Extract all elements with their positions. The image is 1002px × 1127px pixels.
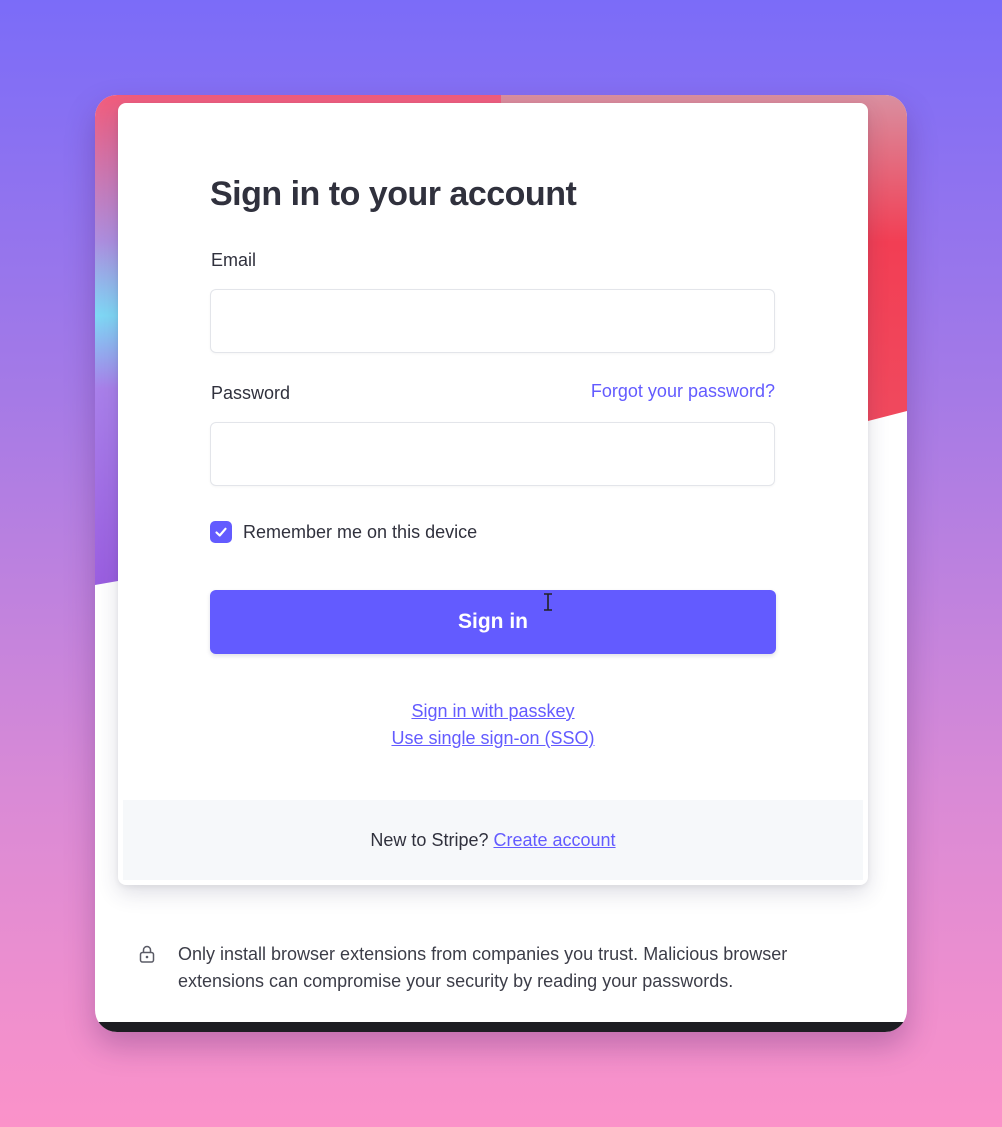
remember-me-row[interactable]: Remember me on this device bbox=[210, 521, 477, 543]
lock-icon bbox=[139, 945, 155, 963]
check-icon bbox=[215, 527, 227, 537]
email-label: Email bbox=[211, 250, 257, 270]
page-title: Sign in to your account bbox=[210, 175, 577, 213]
window-bottom-edge bbox=[95, 1022, 907, 1032]
remember-me-checkbox[interactable] bbox=[210, 521, 232, 543]
security-notice-text: Only install browser extensions from com… bbox=[178, 944, 788, 991]
sign-in-card: Sign in to your account Email Password F… bbox=[118, 103, 868, 885]
passkey-link[interactable]: Sign in with passkey bbox=[118, 701, 868, 722]
password-label: Password bbox=[211, 383, 291, 403]
remember-me-label: Remember me on this device bbox=[243, 521, 478, 542]
create-account-link[interactable]: Create account bbox=[493, 830, 615, 851]
password-field[interactable] bbox=[210, 422, 775, 486]
sso-link[interactable]: Use single sign-on (SSO) bbox=[118, 728, 868, 749]
security-notice: Only install browser extensions from com… bbox=[139, 941, 859, 995]
new-user-prompt: New to Stripe? bbox=[370, 829, 489, 850]
browser-window: Sign in to your account Email Password F… bbox=[95, 95, 907, 1032]
email-field[interactable] bbox=[210, 289, 775, 353]
forgot-password-link[interactable]: Forgot your password? bbox=[591, 381, 775, 402]
sign-in-button[interactable]: Sign in bbox=[210, 590, 776, 654]
card-footer: New to Stripe? Create account bbox=[123, 800, 863, 880]
text-cursor-icon bbox=[544, 593, 552, 611]
